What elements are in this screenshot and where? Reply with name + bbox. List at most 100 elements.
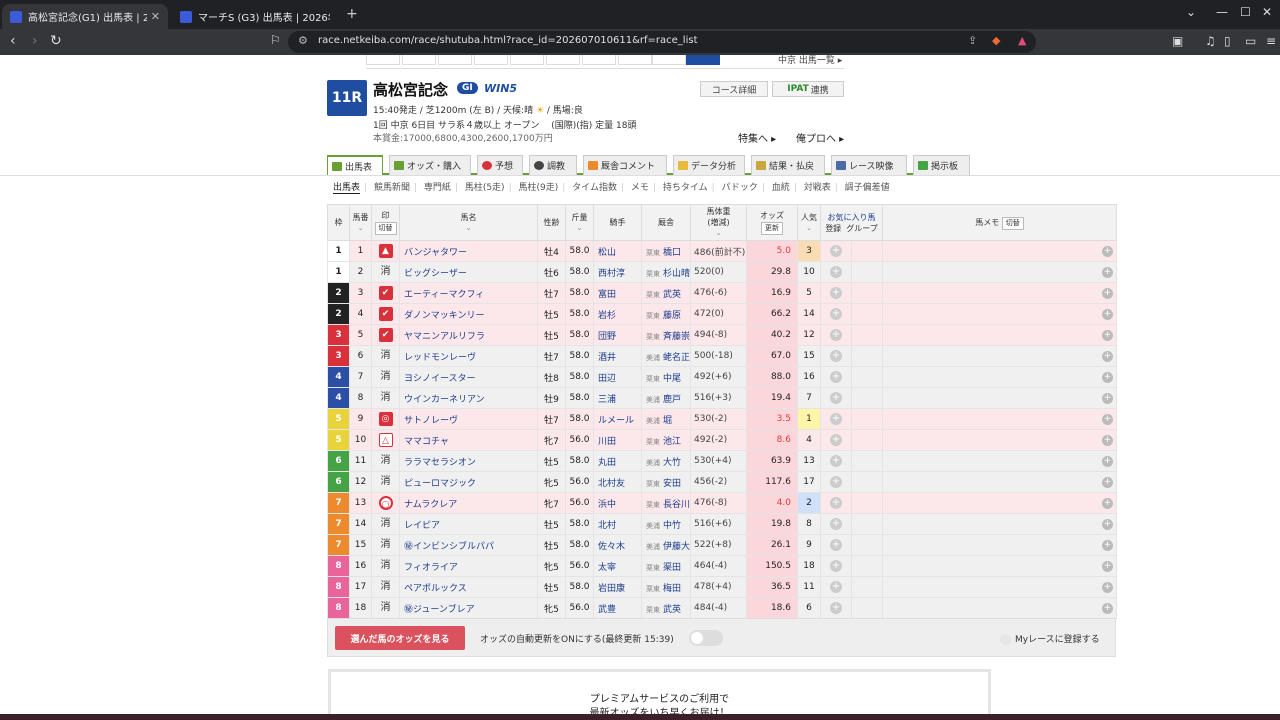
add-memo-icon[interactable]: +: [1102, 329, 1113, 341]
plus-icon[interactable]: +: [830, 581, 842, 593]
race-cell[interactable]: [546, 55, 580, 65]
trainer-link[interactable]: 橋口: [663, 248, 681, 258]
horse-name-link[interactable]: ダノンマッキンリー: [399, 303, 538, 325]
my-race-register[interactable]: Myレースに登録する: [1000, 632, 1100, 645]
jockey-link[interactable]: 三浦: [593, 387, 642, 409]
memo-toggle-button[interactable]: 切替: [1001, 216, 1024, 230]
tab-result[interactable]: 結果・払戻: [751, 155, 825, 175]
favorite-register-cell[interactable]: +: [820, 261, 852, 283]
chevron-down-icon[interactable]: ⌄: [1186, 5, 1196, 19]
mark-icon[interactable]: △: [378, 433, 393, 447]
header-name[interactable]: 馬名 ⌄: [399, 204, 538, 241]
mark-icon[interactable]: 消: [379, 538, 393, 552]
memo-cell[interactable]: +: [882, 450, 1117, 472]
trainer-cell[interactable]: 美浦 鹿戸: [641, 387, 691, 409]
horse-name-link[interactable]: ペアポルックス: [399, 576, 538, 598]
favorite-register-cell[interactable]: +: [820, 492, 852, 514]
auto-update-toggle[interactable]: [689, 630, 723, 646]
mark-icon[interactable]: ✔: [378, 286, 393, 300]
plus-icon[interactable]: +: [830, 266, 842, 278]
subnav-umabashira9[interactable]: 馬柱(9走): [518, 183, 558, 193]
horse-name-link[interactable]: ㊙インビンシブルパパ: [399, 534, 538, 556]
jockey-link[interactable]: 北村: [593, 513, 642, 535]
subnav-mochi-time[interactable]: 持ちタイム: [663, 183, 708, 193]
mark-cell[interactable]: ◎: [371, 408, 400, 430]
favorite-register-cell[interactable]: +: [820, 345, 852, 367]
horse-name-link[interactable]: ナムラクレア: [399, 492, 538, 514]
horse-name-link[interactable]: ヤマニンアルリフラ: [399, 324, 538, 346]
mark-cell[interactable]: 消: [371, 345, 400, 367]
trainer-cell[interactable]: 栗東 中尾: [641, 366, 691, 388]
mark-cell[interactable]: 消: [371, 387, 400, 409]
horse-name-link[interactable]: ㊙ジューンブレア: [399, 597, 538, 619]
brave-shield-icon[interactable]: ◆: [992, 34, 1000, 47]
subnav-memo[interactable]: メモ: [631, 183, 649, 193]
race-cell[interactable]: [474, 55, 508, 65]
plus-icon[interactable]: +: [830, 497, 842, 509]
favorite-register-cell[interactable]: +: [820, 387, 852, 409]
plus-icon[interactable]: +: [830, 455, 842, 467]
mark-cell[interactable]: 消: [371, 366, 400, 388]
plus-icon[interactable]: +: [830, 350, 842, 362]
trainer-cell[interactable]: 栗東 渠田: [641, 555, 691, 577]
horse-name-link[interactable]: ヨシノイースター: [399, 366, 538, 388]
trainer-cell[interactable]: 栗東 池江: [641, 429, 691, 451]
race-cell[interactable]: [438, 55, 472, 65]
mark-icon[interactable]: ▲: [378, 244, 393, 258]
horse-name-link[interactable]: レイピア: [399, 513, 538, 535]
add-memo-icon[interactable]: +: [1102, 266, 1113, 278]
tab-yoso[interactable]: 予想: [477, 155, 523, 175]
memo-cell[interactable]: +: [882, 513, 1117, 535]
plus-icon[interactable]: +: [830, 329, 842, 341]
add-memo-icon[interactable]: +: [1102, 434, 1113, 446]
favorite-register-cell[interactable]: +: [820, 303, 852, 325]
window-close-button[interactable]: ✕: [1262, 5, 1272, 19]
mark-cell[interactable]: 消: [371, 534, 400, 556]
tab-comment[interactable]: 厩舎コメント: [583, 155, 667, 175]
share-icon[interactable]: ⇪: [968, 34, 977, 47]
trainer-cell[interactable]: 栗東 梅田: [641, 576, 691, 598]
trainer-cell[interactable]: 栗東 安田: [641, 471, 691, 493]
trainer-cell[interactable]: 美浦堀: [641, 408, 691, 430]
jockey-link[interactable]: ルメール: [593, 408, 642, 430]
horse-name-link[interactable]: サトノレーヴ: [399, 408, 538, 430]
trainer-link[interactable]: 伊藤大: [663, 542, 690, 552]
race-cell[interactable]: [582, 55, 616, 65]
add-memo-icon[interactable]: +: [1102, 308, 1113, 320]
mark-toggle-button[interactable]: 切替: [374, 222, 397, 235]
trainer-cell[interactable]: 栗東 藤原: [641, 303, 691, 325]
trainer-cell[interactable]: 美浦 大竹: [641, 450, 691, 472]
trainer-cell[interactable]: 栗東 武英: [641, 597, 691, 619]
race-list-link[interactable]: 中京 出馬一覧 ▸: [778, 55, 842, 66]
trainer-link[interactable]: 梅田: [663, 584, 681, 594]
memo-cell[interactable]: +: [882, 303, 1117, 325]
mark-cell[interactable]: 消: [371, 261, 400, 283]
favorite-register-cell[interactable]: +: [820, 366, 852, 388]
jockey-link[interactable]: 岩田康: [593, 576, 642, 598]
trainer-link[interactable]: 蛯名正: [663, 353, 690, 363]
favorite-register-cell[interactable]: +: [820, 576, 852, 598]
add-memo-icon[interactable]: +: [1102, 455, 1113, 467]
plus-icon[interactable]: +: [830, 308, 842, 320]
horse-name-link[interactable]: ビッグシーザー: [399, 261, 538, 283]
bookmark-icon[interactable]: ⚐: [270, 33, 281, 47]
jockey-link[interactable]: 太宰: [593, 555, 642, 577]
mark-cell[interactable]: ○: [371, 492, 400, 514]
favorite-register-cell[interactable]: +: [820, 513, 852, 535]
add-memo-icon[interactable]: +: [1102, 518, 1113, 530]
trainer-cell[interactable]: 美浦 伊藤大: [641, 534, 691, 556]
trainer-link[interactable]: 鹿戸: [663, 395, 681, 405]
jockey-link[interactable]: 松山: [593, 240, 642, 262]
mark-cell[interactable]: 消: [371, 471, 400, 493]
header-body-weight[interactable]: 馬体重 (増減) ⌄: [690, 204, 747, 241]
favorite-register-cell[interactable]: +: [820, 597, 852, 619]
tab-current[interactable]: 高松宮記念(G1) 出馬表 | 2026年 ✕: [2, 4, 168, 29]
memo-cell[interactable]: +: [882, 366, 1117, 388]
mark-cell[interactable]: △: [371, 429, 400, 451]
site-info-icon[interactable]: ⚙: [298, 34, 308, 47]
back-icon[interactable]: ‹: [10, 33, 16, 49]
horse-name-link[interactable]: ピューロマジック: [399, 471, 538, 493]
new-tab-button[interactable]: +: [346, 6, 358, 22]
mark-cell[interactable]: 消: [371, 513, 400, 535]
plus-icon[interactable]: +: [830, 560, 842, 572]
